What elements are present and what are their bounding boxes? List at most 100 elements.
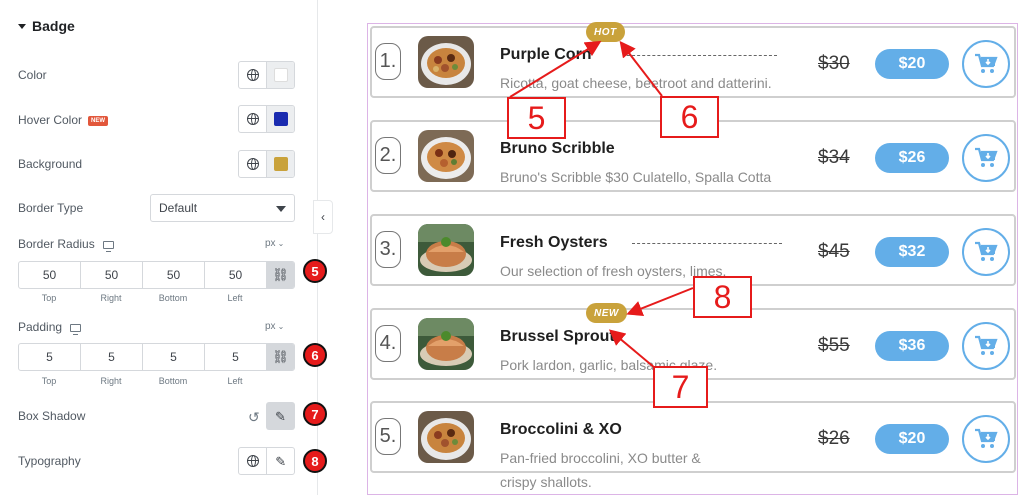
- step-marker: 8: [303, 449, 327, 473]
- caret-down-icon: [276, 206, 286, 212]
- item-title: Fresh Oysters: [500, 234, 608, 251]
- border-radius-unit-select[interactable]: px ⌄: [265, 238, 284, 249]
- border-radius-left-input[interactable]: 50: [205, 262, 267, 288]
- settings-panel: Badge Color Hover Color NEW Background Bo…: [0, 0, 318, 495]
- padding-bottom-input[interactable]: 5: [143, 344, 205, 370]
- dim-label-right: Right: [100, 376, 122, 386]
- food-image: [418, 130, 474, 182]
- link-values-button[interactable]: ⛓: [267, 262, 294, 288]
- cart-icon: [975, 147, 998, 167]
- cart-icon: [975, 241, 998, 261]
- globe-icon: [246, 113, 259, 125]
- unit-text: px: [265, 321, 276, 332]
- item-number: 5.: [375, 418, 401, 455]
- collapse-panel-button[interactable]: ‹: [313, 200, 333, 234]
- dashed-leader: [627, 55, 777, 56]
- dim-label-top: Top: [41, 293, 57, 303]
- monitor-icon[interactable]: [102, 240, 114, 252]
- cart-icon: [975, 53, 998, 73]
- item-description: Bruno's Scribble $30 Culatello, Spalla C…: [500, 169, 772, 185]
- food-image: [418, 318, 474, 370]
- item-number: 3.: [375, 231, 401, 268]
- annotation-callout: 5: [507, 97, 566, 139]
- color-control[interactable]: [238, 61, 295, 89]
- background-label: Background: [18, 157, 83, 171]
- link-values-button[interactable]: ⛓: [267, 344, 294, 370]
- dim-label-left: Left: [227, 293, 243, 303]
- color-picker[interactable]: [266, 62, 294, 88]
- item-number: 2.: [375, 137, 401, 174]
- item-description: Ricotta, goat cheese, beetroot and datte…: [500, 75, 772, 91]
- item-title: Bruno Scribble: [500, 140, 615, 157]
- item-number: 4.: [375, 325, 401, 362]
- typography-label: Typography: [18, 454, 81, 468]
- border-type-label: Border Type: [18, 201, 84, 215]
- padding-dim-labels: Top Right Bottom Left: [18, 376, 266, 386]
- typography-control[interactable]: ✎: [238, 447, 295, 475]
- annotation-callout: 6: [660, 96, 719, 138]
- add-to-cart-button[interactable]: [962, 415, 1010, 463]
- global-colors-button[interactable]: [239, 151, 266, 177]
- item-description: Pan-fried broccolini, XO butter & crispy…: [500, 450, 701, 490]
- hot-badge: HOT: [586, 22, 625, 42]
- global-colors-button[interactable]: [239, 106, 266, 132]
- dim-label-bottom: Bottom: [158, 293, 188, 303]
- old-price: $55: [818, 335, 850, 356]
- box-shadow-edit-button[interactable]: ✎: [266, 402, 295, 430]
- unit-text: px: [265, 238, 276, 249]
- border-radius-text: Border Radius: [18, 237, 95, 251]
- color-label: Color: [18, 68, 47, 82]
- new-tag: NEW: [88, 115, 109, 126]
- background-control[interactable]: [238, 150, 295, 178]
- old-price: $26: [818, 428, 850, 449]
- dim-label-right: Right: [100, 293, 122, 303]
- global-typography-button[interactable]: [239, 448, 266, 474]
- dashed-leader: [632, 243, 782, 244]
- link-icon: ⛓: [272, 267, 289, 282]
- menu-item-card: 5. Broccolini & XO Pan-fried broccolini,…: [370, 401, 1016, 490]
- padding-top-input[interactable]: 5: [19, 344, 81, 370]
- hover-color-swatch: [273, 112, 288, 126]
- item-title: Broccolini & XO: [500, 421, 622, 438]
- cart-icon: [975, 428, 998, 448]
- add-to-cart-button[interactable]: [962, 228, 1010, 276]
- add-to-cart-button[interactable]: [962, 322, 1010, 370]
- monitor-icon[interactable]: [70, 323, 82, 335]
- padding-unit-select[interactable]: px ⌄: [265, 321, 284, 332]
- item-description: Pork lardon, garlic, balsamic glaze.: [500, 357, 718, 373]
- cart-icon: [975, 335, 998, 355]
- padding-inputs: 5 5 5 5 ⛓: [18, 343, 295, 371]
- price-pill: $32: [875, 237, 949, 267]
- padding-left-input[interactable]: 5: [205, 344, 267, 370]
- border-radius-bottom-input[interactable]: 50: [143, 262, 205, 288]
- step-marker: 7: [303, 402, 327, 426]
- padding-label: Padding: [18, 320, 82, 335]
- food-image: [418, 36, 474, 88]
- reset-icon[interactable]: ↺: [248, 409, 260, 426]
- step-marker: 5: [303, 259, 327, 283]
- border-radius-top-input[interactable]: 50: [19, 262, 81, 288]
- border-radius-dim-labels: Top Right Bottom Left: [18, 293, 266, 303]
- globe-icon: [246, 69, 259, 81]
- padding-right-input[interactable]: 5: [81, 344, 143, 370]
- border-type-select[interactable]: Default: [150, 194, 295, 222]
- hover-color-picker[interactable]: [266, 106, 294, 132]
- section-header-badge[interactable]: Badge: [18, 18, 75, 34]
- globe-icon: [246, 158, 259, 170]
- pencil-icon: ✎: [275, 408, 286, 424]
- hover-color-label: Hover Color NEW: [18, 113, 109, 127]
- global-colors-button[interactable]: [239, 62, 266, 88]
- chevron-left-icon: ‹: [321, 210, 325, 224]
- typography-edit-button[interactable]: ✎: [266, 448, 294, 474]
- item-title: Purple Corn: [500, 46, 592, 63]
- dim-label-bottom: Bottom: [158, 376, 188, 386]
- price-pill: $20: [875, 49, 949, 79]
- background-color-picker[interactable]: [266, 151, 294, 177]
- link-icon: ⛓: [272, 349, 289, 364]
- hover-color-control[interactable]: [238, 105, 295, 133]
- border-radius-right-input[interactable]: 50: [81, 262, 143, 288]
- hover-color-text: Hover Color: [18, 113, 83, 127]
- add-to-cart-button[interactable]: [962, 40, 1010, 88]
- add-to-cart-button[interactable]: [962, 134, 1010, 182]
- border-radius-inputs: 50 50 50 50 ⛓: [18, 261, 295, 289]
